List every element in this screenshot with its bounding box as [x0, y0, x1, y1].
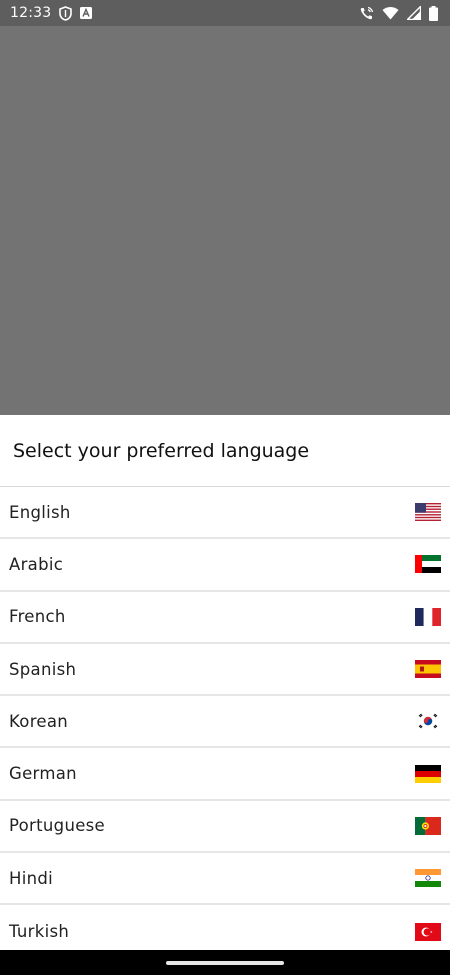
- language-item-german[interactable]: German: [0, 748, 450, 801]
- modal-scrim[interactable]: [0, 26, 450, 415]
- language-item-spanish[interactable]: Spanish: [0, 644, 450, 697]
- language-item-arabic[interactable]: Arabic: [0, 539, 450, 592]
- language-item-french[interactable]: French: [0, 592, 450, 644]
- status-time: 12:33: [10, 5, 52, 21]
- battery-icon: [429, 5, 438, 21]
- language-label: German: [9, 764, 77, 784]
- status-bar: 12:33: [0, 0, 450, 26]
- language-label: English: [9, 502, 71, 522]
- south-korea-flag-icon: [415, 712, 441, 731]
- language-list: English Arabic French Spanish Korean Ger…: [0, 487, 450, 958]
- us-flag-icon: [415, 503, 441, 522]
- france-flag-icon: [415, 607, 441, 626]
- language-bottom-sheet: Select your preferred language English A…: [0, 415, 450, 950]
- language-item-hindi[interactable]: Hindi: [0, 853, 450, 906]
- signal-icon: [407, 6, 421, 20]
- language-item-korean[interactable]: Korean: [0, 696, 450, 749]
- germany-flag-icon: [415, 764, 441, 783]
- wifi-icon: [382, 6, 399, 20]
- uae-flag-icon: [415, 555, 441, 574]
- language-label: Portuguese: [9, 816, 105, 836]
- home-gesture-handle[interactable]: [166, 960, 284, 965]
- app-notification-icon: [80, 7, 93, 19]
- language-label: Arabic: [9, 554, 64, 574]
- language-label: Korean: [9, 711, 69, 731]
- language-label: French: [9, 607, 66, 627]
- language-item-english[interactable]: English: [0, 487, 450, 540]
- language-label: Turkish: [9, 922, 70, 942]
- status-right: [359, 5, 438, 21]
- screen: 12:33 Select your preferred language Eng…: [0, 0, 450, 975]
- language-item-portuguese[interactable]: Portuguese: [0, 801, 450, 854]
- shield-icon: [59, 5, 73, 21]
- portugal-flag-icon: [415, 816, 441, 835]
- status-left: 12:33: [10, 5, 93, 21]
- spain-flag-icon: [415, 660, 441, 679]
- language-label: Spanish: [9, 659, 77, 679]
- language-label: Hindi: [9, 868, 54, 888]
- sheet-title: Select your preferred language: [0, 415, 450, 487]
- navigation-bar: [0, 950, 450, 975]
- india-flag-icon: [415, 869, 441, 888]
- turkey-flag-icon: [415, 922, 441, 941]
- wifi-calling-icon: [359, 6, 374, 21]
